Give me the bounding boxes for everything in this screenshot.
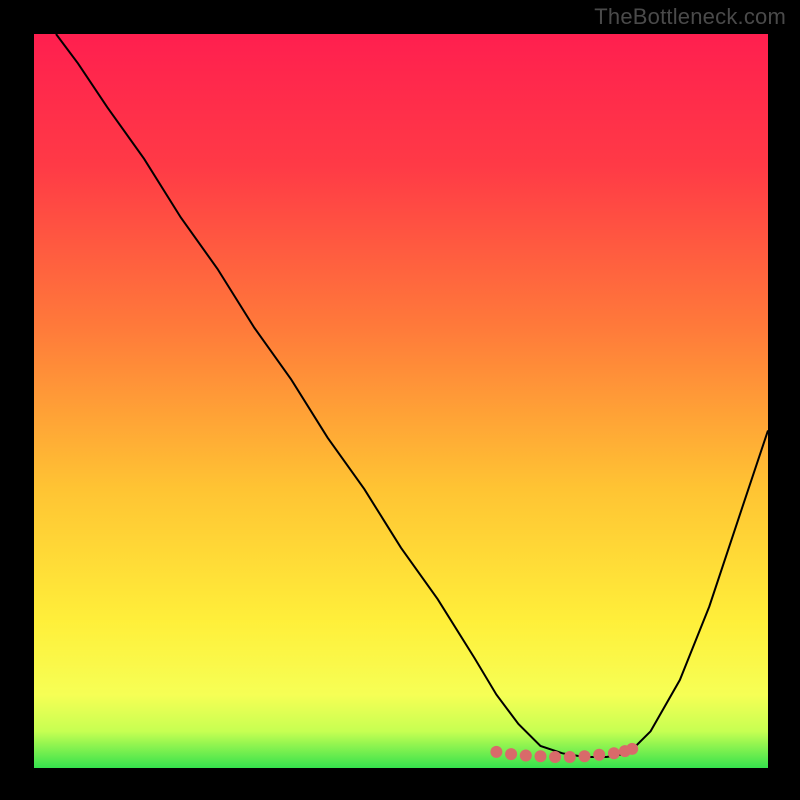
bottleneck-chart (0, 0, 800, 800)
plot-area (34, 34, 768, 768)
optimal-marker-dot (564, 751, 576, 763)
optimal-marker-dot (579, 750, 591, 762)
optimal-marker-dot (520, 750, 532, 762)
chart-container: TheBottleneck.com (0, 0, 800, 800)
optimal-marker-dot (505, 748, 517, 760)
optimal-marker-dot (535, 750, 547, 762)
optimal-marker-dot (549, 751, 561, 763)
watermark-text: TheBottleneck.com (594, 4, 786, 30)
optimal-marker-dot (608, 747, 620, 759)
optimal-marker-dot (626, 743, 638, 755)
optimal-marker-dot (593, 749, 605, 761)
optimal-marker-dot (490, 746, 502, 758)
